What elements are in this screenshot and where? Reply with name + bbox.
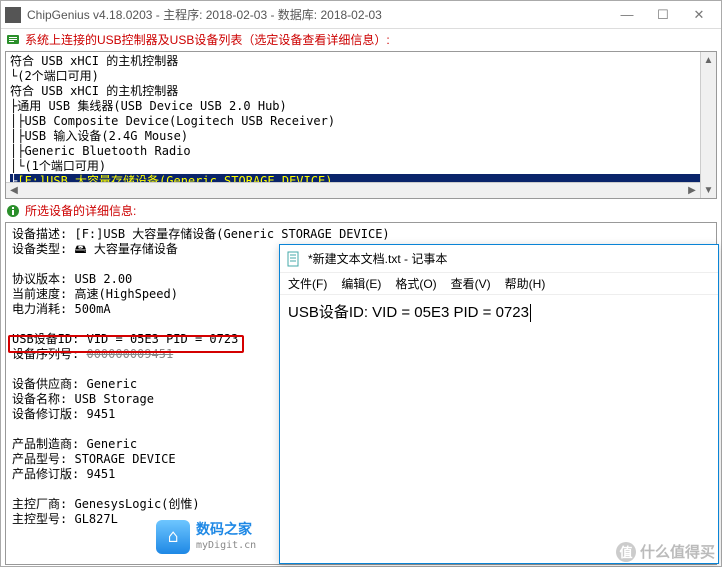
speed-value: 高速(HighSpeed)	[74, 287, 177, 301]
ctrlmodel-value: GL827L	[74, 512, 117, 526]
vendor-value: Generic	[86, 377, 137, 391]
tree-line[interactable]: │├Generic Bluetooth Radio	[10, 144, 712, 159]
window-title: ChipGenius v4.18.0203 - 主程序: 2018-02-03 …	[27, 6, 609, 23]
close-button[interactable]: ✕	[681, 4, 717, 26]
menu-help[interactable]: 帮助(H)	[505, 275, 546, 292]
proto-value: USB 2.00	[74, 272, 132, 286]
devname-value: USB Storage	[74, 392, 153, 406]
titlebar: ChipGenius v4.18.0203 - 主程序: 2018-02-03 …	[1, 1, 721, 29]
device-tree-panel: 符合 USB xHCI 的主机控制器 └(2个端口可用) 符合 USB xHCI…	[5, 51, 717, 199]
mfg-label: 产品制造商:	[12, 437, 79, 451]
notepad-titlebar[interactable]: *新建文本文档.txt - 记事本	[280, 245, 718, 273]
desc-value: [F:]USB 大容量存储设备(Generic STORAGE DEVICE)	[74, 227, 389, 241]
tree-line[interactable]: │├USB 输入设备(2.4G Mouse)	[10, 129, 712, 144]
window-controls: — ☐ ✕	[609, 4, 717, 26]
type-value: 🖴 大容量存储设备	[74, 242, 177, 256]
menu-view[interactable]: 查看(V)	[451, 275, 491, 292]
usbid-label: USB设备ID:	[12, 332, 79, 346]
tree-scrollbar-v[interactable]: ▲ ▼	[700, 52, 716, 198]
brand-logo[interactable]: ⌂ 数码之家 myDigit.cn	[156, 520, 256, 554]
tree-line[interactable]: └(2个端口可用)	[10, 69, 712, 84]
devrev-label: 设备修订版:	[12, 407, 79, 421]
prodrev-label: 产品修订版:	[12, 467, 79, 481]
prodrev-value: 9451	[86, 467, 115, 481]
ctrlmfg-value: GenesysLogic(创惟)	[74, 497, 199, 511]
scroll-left-icon[interactable]: ◀	[6, 183, 22, 199]
notepad-title: *新建文本文档.txt - 记事本	[308, 250, 447, 267]
proto-label: 协议版本:	[12, 272, 67, 286]
mfg-value: Generic	[86, 437, 137, 451]
notepad-icon	[286, 251, 302, 267]
home-icon: ⌂	[156, 520, 190, 554]
model-value: STORAGE DEVICE	[74, 452, 175, 466]
devrev-value: 9451	[86, 407, 115, 421]
model-label: 产品型号:	[12, 452, 67, 466]
devname-label: 设备名称:	[12, 392, 67, 406]
device-detail-header-text: 所选设备的详细信息:	[25, 202, 136, 219]
device-list-header-text: 系统上连接的USB控制器及USB设备列表（选定设备查看详细信息）:	[25, 31, 390, 48]
minimize-button[interactable]: —	[609, 4, 645, 26]
speed-label: 当前速度:	[12, 287, 67, 301]
tree-line[interactable]: │└(1个端口可用)	[10, 159, 712, 174]
device-detail-icon	[5, 203, 21, 219]
scroll-up-icon[interactable]: ▲	[701, 52, 717, 68]
scroll-right-icon[interactable]: ▶	[684, 183, 700, 199]
notepad-window[interactable]: *新建文本文档.txt - 记事本 文件(F) 编辑(E) 格式(O) 查看(V…	[279, 244, 719, 564]
vendor-label: 设备供应商:	[12, 377, 79, 391]
power-value: 500mA	[74, 302, 110, 316]
scroll-down-icon[interactable]: ▼	[701, 182, 717, 198]
notepad-content: USB设备ID: VID = 05E3 PID = 0723	[288, 304, 529, 321]
device-tree[interactable]: 符合 USB xHCI 的主机控制器 └(2个端口可用) 符合 USB xHCI…	[6, 52, 716, 199]
type-label: 设备类型:	[12, 242, 67, 256]
menu-file[interactable]: 文件(F)	[288, 275, 327, 292]
tree-scrollbar-h[interactable]: ◀ ▶	[6, 182, 700, 198]
menu-edit[interactable]: 编辑(E)	[341, 275, 381, 292]
app-icon	[5, 7, 21, 23]
notepad-textarea[interactable]: USB设备ID: VID = 05E3 PID = 0723	[280, 295, 718, 563]
usbid-value: VID = 05E3 PID = 0723	[87, 332, 239, 346]
notepad-menubar: 文件(F) 编辑(E) 格式(O) 查看(V) 帮助(H)	[280, 273, 718, 295]
brand-cn: 数码之家	[196, 522, 256, 540]
ctrlmfg-label: 主控厂商:	[12, 497, 67, 511]
device-detail-header: 所选设备的详细信息:	[1, 200, 721, 221]
tree-line[interactable]: 符合 USB xHCI 的主机控制器	[10, 54, 712, 69]
device-list-header: 系统上连接的USB控制器及USB设备列表（选定设备查看详细信息）:	[1, 29, 721, 50]
brand-en: myDigit.cn	[196, 540, 256, 553]
desc-label: 设备描述:	[12, 227, 67, 241]
brand-text: 数码之家 myDigit.cn	[196, 522, 256, 552]
ctrlmodel-label: 主控型号:	[12, 512, 67, 526]
device-list-icon	[5, 32, 21, 48]
menu-format[interactable]: 格式(O)	[395, 275, 436, 292]
tree-line[interactable]: │├USB Composite Device(Logitech USB Rece…	[10, 114, 712, 129]
tree-line[interactable]: ├通用 USB 集线器(USB Device USB 2.0 Hub)	[10, 99, 712, 114]
text-caret	[530, 304, 531, 322]
tree-line[interactable]: 符合 USB xHCI 的主机控制器	[10, 84, 712, 99]
serial-value: 000000009451	[86, 347, 173, 361]
power-label: 电力消耗:	[12, 302, 67, 316]
maximize-button[interactable]: ☐	[645, 4, 681, 26]
serial-label: 设备序列号:	[12, 347, 79, 361]
